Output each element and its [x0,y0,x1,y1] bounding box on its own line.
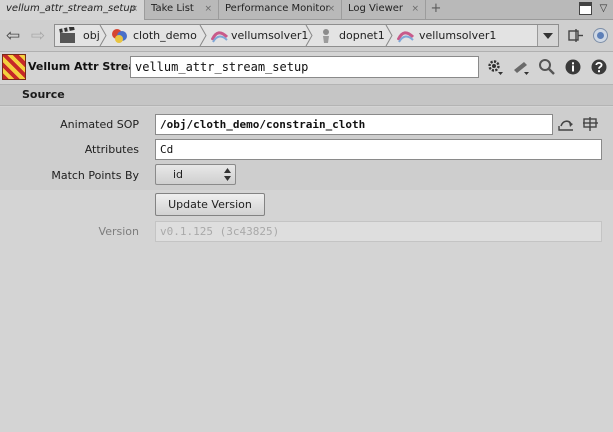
vellum-icon [211,31,228,43]
breadcrumb: obj cloth_demo vellumsolver1 dopnet1 vel… [54,24,559,47]
breadcrumb-label: obj [83,29,100,42]
breadcrumb-separator [385,25,393,46]
vellum-icon [397,31,414,43]
operator-chooser-icon[interactable] [582,116,600,132]
breadcrumb-label: vellumsolver1 [231,29,309,42]
match-points-by-menu[interactable]: id [155,164,236,185]
search-icon[interactable] [538,58,556,76]
attributes-field[interactable]: Cd [155,139,602,160]
help-icon[interactable] [590,58,608,76]
folder-title: Source [22,88,65,101]
version-label: Version [98,225,139,238]
tab-close-icon[interactable]: × [411,0,419,18]
breadcrumb-separator [199,25,207,46]
clapper-icon [59,27,75,43]
vellum-attr-stream-node-icon[interactable] [2,54,26,80]
breadcrumb-label: vellumsolver1 [419,29,497,42]
pane-menu-icon[interactable]: ▽ [597,2,610,15]
node-name-input[interactable]: vellum_attr_stream_setup [130,56,479,78]
help-url-tool-icon[interactable] [512,58,530,76]
match-points-by-value: id [173,168,184,181]
version-field: v0.1.125 (3c43825) [155,221,602,242]
tab-close-icon[interactable]: × [130,0,138,18]
tab-label: Performance Monitor [225,3,330,14]
pane-tab-bar: vellum_attr_stream_setup × Take List × P… [0,0,613,20]
forward-arrow-icon[interactable]: ⇨ [28,26,48,46]
tab-log-viewer[interactable]: Log Viewer × [342,0,426,19]
link-status-icon[interactable] [592,27,609,44]
info-icon[interactable] [564,58,582,76]
breadcrumb-separator [305,25,313,46]
add-tab-icon[interactable]: + [429,1,443,17]
tab-close-icon[interactable]: × [327,0,335,18]
back-arrow-icon[interactable]: ⇦ [3,26,23,46]
tab-label: Log Viewer [348,3,404,14]
gear-icon[interactable] [486,58,504,76]
jump-to-operator-icon[interactable] [557,116,575,132]
maximize-pane-icon[interactable] [579,2,592,15]
tab-label: vellum_attr_stream_setup [6,3,137,14]
parameter-header: Vellum Attr Stream vellum_attr_stream_se… [0,52,613,82]
tab-performance-monitor[interactable]: Performance Monitor × [219,0,342,19]
animated-sop-field[interactable]: /obj/cloth_demo/constrain_cloth [155,114,553,135]
tab-vellum-attr-stream-setup[interactable]: vellum_attr_stream_setup × [0,0,145,20]
path-dropdown-chevron-down-icon[interactable] [537,25,558,46]
update-version-button[interactable]: Update Version [155,193,265,216]
network-path-bar: ⇦ ⇨ obj cloth_demo vellumsolver1 dopnet1… [0,20,613,52]
attributes-label: Attributes [84,143,139,156]
object-icon [112,29,127,43]
pin-icon[interactable] [567,27,584,44]
tab-take-list[interactable]: Take List × [145,0,219,19]
tab-label: Take List [151,3,194,14]
breadcrumb-separator [99,25,107,46]
folder-source[interactable]: Source [0,84,613,106]
match-points-by-label: Match Points By [51,169,139,182]
breadcrumb-label: cloth_demo [133,29,197,42]
tab-close-icon[interactable]: × [204,0,212,18]
breadcrumb-label: dopnet1 [339,29,385,42]
dop-icon [323,29,329,43]
menu-arrows-icon [224,168,231,181]
animated-sop-label: Animated SOP [60,118,139,131]
